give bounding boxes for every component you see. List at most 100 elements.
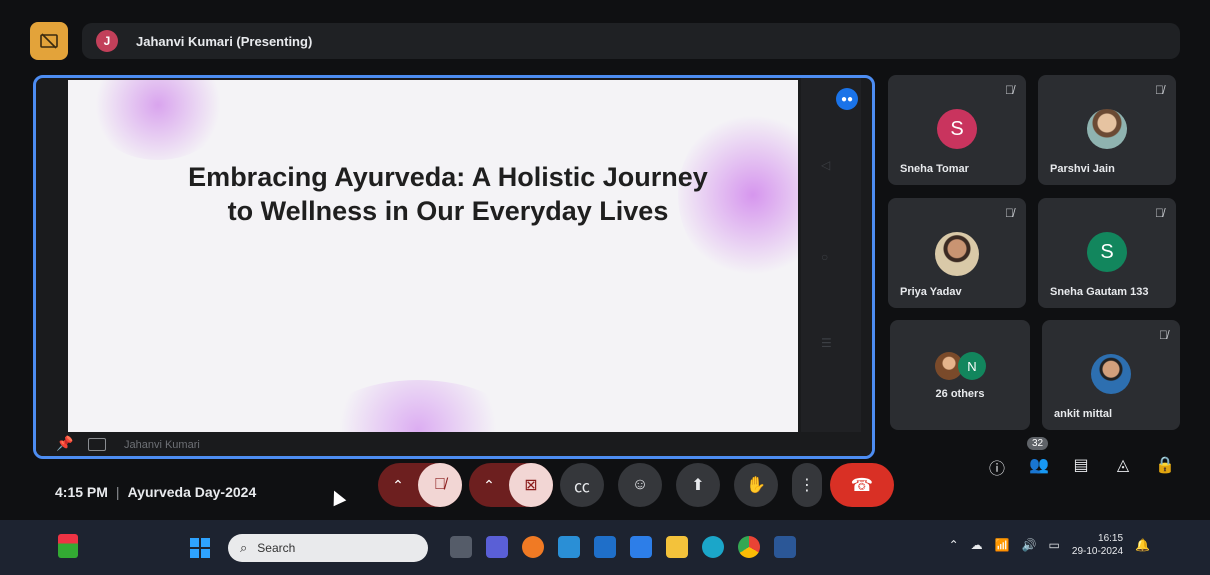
mic-off-icon[interactable]: 🎙̸ — [418, 463, 462, 507]
firefox-icon[interactable] — [522, 536, 544, 558]
wifi-icon[interactable]: 📶 — [995, 538, 1010, 552]
participant-name: ankit mittal — [1054, 408, 1113, 420]
stop-share-icon — [40, 33, 58, 49]
avatar: N — [958, 352, 986, 380]
avatar: S — [937, 109, 977, 149]
search-icon: ⌕ — [240, 540, 248, 555]
presenting-pill[interactable]: J Jahanvi Kumari (Presenting) — [82, 23, 1180, 59]
clock-date: 29-10-2024 — [1071, 546, 1124, 557]
dropbox-icon[interactable] — [630, 536, 652, 558]
battery-icon[interactable]: ▭ — [1049, 538, 1060, 552]
system-tray: ⌃ ☁ 📶 🔊 ▭ 16:15 29-10-2024 🔔 — [949, 532, 1150, 558]
leave-call-button[interactable]: ☎ — [830, 463, 894, 507]
mic-off-icon: 🎙̸ — [1155, 83, 1164, 97]
activities-button[interactable]: ◬ — [1113, 455, 1133, 479]
others-tile[interactable]: N 26 others — [890, 320, 1030, 430]
decor-blob — [318, 380, 518, 435]
screen-icon — [88, 438, 106, 451]
meeting-info: 4:15 PM | Ayurveda Day-2024 — [55, 484, 256, 500]
presenting-bar: J Jahanvi Kumari (Presenting) — [30, 20, 1180, 62]
participant-name: Parshvi Jain — [1050, 163, 1115, 175]
teams-icon[interactable] — [486, 536, 508, 558]
present-button[interactable]: ⬆ — [676, 463, 720, 507]
phone-hangup-icon: ☎ — [850, 474, 874, 495]
avatar: S — [1087, 232, 1127, 272]
mouse-cursor-icon — [327, 487, 347, 507]
chevron-up-icon[interactable]: ⌃ — [469, 477, 509, 494]
notification-bell-icon[interactable]: 🔔 — [1135, 538, 1150, 552]
word-icon[interactable] — [774, 536, 796, 558]
windows-start-icon[interactable] — [190, 538, 210, 558]
mic-off-icon: 🎙̸ — [1159, 328, 1168, 342]
cloud-icon[interactable]: ☁ — [971, 538, 983, 552]
camera-control[interactable]: ⌃ ⊠ — [469, 463, 553, 507]
taskbar-search[interactable]: ⌕ Search — [228, 534, 428, 562]
participant-name: Sneha Gautam 133 — [1050, 286, 1149, 298]
shapes-icon: ◬ — [1116, 457, 1130, 474]
avatar — [1091, 354, 1131, 394]
mic-control[interactable]: ⌃ 🎙̸ — [378, 463, 462, 507]
raise-hand-button[interactable]: ✋ — [734, 463, 778, 507]
participant-tile[interactable]: 🎙̸ Priya Yadav — [888, 198, 1026, 308]
stop-presenting-button[interactable] — [30, 22, 68, 60]
circle-icon: ○ — [821, 250, 829, 264]
lock-icon: 🔒 — [1155, 457, 1175, 474]
reactions-button[interactable]: ☺ — [618, 463, 662, 507]
presenter-avatar: J — [96, 30, 118, 52]
slide-title: Embracing Ayurveda: A Holistic Journey t… — [188, 162, 708, 226]
host-controls-button[interactable]: 🔒 — [1155, 455, 1175, 479]
weather-widget-icon[interactable] — [58, 534, 78, 558]
captions-icon: ㏄ — [573, 479, 590, 496]
presentation-stage[interactable]: Embracing Ayurveda: A Holistic Journey t… — [33, 75, 875, 459]
presenting-label: Jahanvi Kumari (Presenting) — [136, 33, 313, 49]
others-count: 26 others — [935, 388, 985, 400]
search-placeholder: Search — [257, 541, 296, 555]
emoji-icon: ☺ — [631, 476, 649, 493]
participant-tile[interactable]: 🎙̸ S Sneha Gautam 133 — [1038, 198, 1176, 308]
taskbar-clock[interactable]: 16:15 29-10-2024 — [1072, 532, 1123, 558]
more-vertical-icon: ⋮ — [799, 477, 815, 494]
audio-activity-icon: ●● — [836, 88, 858, 110]
chevron-up-icon[interactable]: ⌃ — [949, 538, 959, 552]
meeting-details-button[interactable]: ⓘ — [987, 455, 1007, 479]
avatar — [935, 232, 979, 276]
people-count-badge: 32 — [1027, 437, 1049, 450]
triangle-icon: ◁ — [821, 158, 831, 172]
participant-name: Priya Yadav — [900, 286, 962, 298]
outlook-icon[interactable] — [594, 536, 616, 558]
mic-off-icon: 🎙̸ — [1005, 83, 1014, 97]
participant-tile[interactable]: 🎙̸ Parshvi Jain — [1038, 75, 1176, 185]
chevron-up-icon[interactable]: ⌃ — [378, 477, 418, 494]
captions-button[interactable]: ㏄ — [560, 463, 604, 507]
chat-button[interactable]: ▤ — [1071, 455, 1091, 479]
avatar — [1087, 109, 1127, 149]
decor-blob — [88, 80, 228, 160]
people-button[interactable]: 32 👥 — [1027, 437, 1049, 479]
stage-footer: 📌 Jahanvi Kumari — [36, 432, 872, 456]
more-options-button[interactable]: ⋮ — [792, 463, 822, 507]
slide: Embracing Ayurveda: A Holistic Journey t… — [68, 80, 798, 435]
divider: | — [115, 484, 120, 500]
present-screen-icon: ⬆ — [691, 477, 705, 494]
chat-icon: ▤ — [1073, 457, 1089, 474]
participant-tile[interactable]: 🎙̸ S Sneha Tomar — [888, 75, 1026, 185]
pin-icon[interactable]: 📌 — [56, 435, 73, 452]
slide-side-panel: ◁ ○ ☰ — [801, 78, 861, 433]
mic-off-icon: 🎙̸ — [1005, 206, 1014, 220]
chrome-icon[interactable] — [738, 536, 760, 558]
people-icon: 👥 — [1029, 457, 1049, 474]
volume-icon[interactable]: 🔊 — [1022, 538, 1037, 552]
camera-off-icon[interactable]: ⊠ — [509, 463, 553, 507]
task-view-icon[interactable] — [450, 536, 472, 558]
participant-name: Sneha Tomar — [900, 163, 969, 175]
taskbar-apps — [450, 536, 796, 558]
presenter-name-label: Jahanvi Kumari — [124, 439, 200, 451]
edge-icon[interactable] — [702, 536, 724, 558]
windows-taskbar: ⌕ Search ⌃ ☁ 📶 🔊 ▭ 16:15 29-10-2024 🔔 — [0, 520, 1210, 575]
stocks-icon[interactable] — [558, 536, 580, 558]
file-explorer-icon[interactable] — [666, 536, 688, 558]
meeting-title: Ayurveda Day-2024 — [127, 484, 257, 500]
participant-tile[interactable]: 🎙̸ ankit mittal — [1042, 320, 1180, 430]
meeting-time: 4:15 PM — [55, 484, 108, 500]
right-controls: ⓘ 32 👥 ▤ ◬ 🔒 — [987, 437, 1175, 479]
